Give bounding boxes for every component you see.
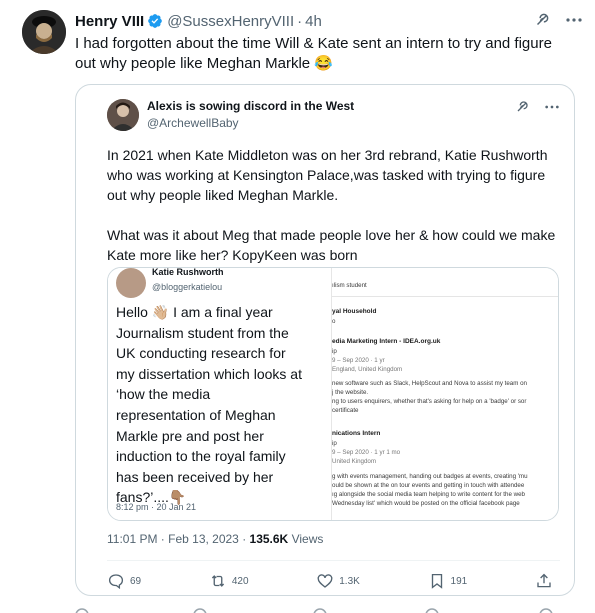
profile-line: ip — [332, 440, 337, 447]
author-handle[interactable]: @SussexHenryVIII — [167, 13, 294, 30]
next-tweet-actions-peek — [0, 605, 595, 613]
profile-line: edia Marketing Intern - IDEA.org.uk — [332, 338, 441, 345]
profile-line: England, United Kingdom — [332, 366, 403, 373]
profile-line: ng to users enquirers, whether that's as… — [332, 398, 527, 405]
verified-badge-icon — [147, 13, 163, 29]
bookmark-icon — [428, 572, 446, 590]
profile-line: ip — [332, 348, 337, 355]
views-count: 135.6K — [249, 532, 289, 546]
engagement-bar: 69 420 1.3K 191 — [107, 572, 553, 590]
profile-line: Wednesday list' which would be posted on… — [332, 500, 520, 507]
reply-count: 69 — [130, 575, 142, 587]
tweet-text: I had forgotten about the time Will & Ka… — [75, 35, 552, 72]
tweet[interactable]: Henry VIII @SussexHenryVIII · 4h I had f… — [0, 0, 595, 613]
bookmark-count: 191 — [450, 575, 468, 587]
reply-icon — [107, 572, 125, 590]
author-avatar[interactable] — [22, 10, 66, 54]
grok-icon[interactable] — [514, 99, 530, 115]
profile-line: ılism student — [332, 282, 367, 289]
media-author-handle: @bloggerkatielou — [152, 282, 223, 292]
quoted-media[interactable]: Katie Rushworth @bloggerkatielou Hello 👋… — [107, 267, 559, 521]
views-label: Views — [288, 532, 324, 546]
media-author-name: Katie Rushworth — [152, 267, 224, 277]
quoted-author-name[interactable]: Alexis is sowing discord in the West — [147, 99, 354, 113]
grok-icon[interactable] — [533, 11, 551, 29]
share-button[interactable] — [535, 572, 553, 590]
tweet-header: Henry VIII @SussexHenryVIII · 4h — [75, 11, 322, 31]
share-icon — [535, 572, 553, 590]
reply-button[interactable]: 69 — [107, 572, 141, 590]
author-name[interactable]: Henry VIII — [75, 13, 144, 30]
media-avatar — [116, 268, 146, 298]
profile-line: j the website. — [332, 389, 369, 396]
tweet-meta: 11:01 PM · Feb 13, 2023 · 135.6K Views — [107, 532, 323, 546]
divider — [107, 560, 560, 561]
profile-line: yal Household — [332, 308, 377, 315]
profile-line: g with events management, handing out ba… — [332, 473, 528, 480]
quoted-top-actions — [514, 99, 560, 115]
media-tweet-date: 8:12 pm · 20 Jan 21 — [116, 502, 197, 512]
tweet-time[interactable]: 4h — [305, 13, 322, 30]
quoted-author-handle[interactable]: @ArchewellBaby — [147, 116, 239, 130]
separator-dot: · — [297, 12, 303, 30]
profile-line: o — [332, 318, 336, 325]
like-button[interactable]: 1.3K — [316, 572, 360, 590]
like-count: 1.3K — [339, 575, 360, 587]
quoted-tweet[interactable]: Alexis is sowing discord in the West @Ar… — [75, 84, 575, 596]
profile-line: United Kingdom — [332, 458, 377, 465]
quoted-author-avatar[interactable] — [107, 99, 139, 131]
profile-divider — [332, 296, 558, 297]
tweet-timestamp[interactable]: 11:01 PM · Feb 13, 2023 · — [107, 532, 250, 546]
retweet-icon — [209, 572, 227, 590]
profile-line: 9 – Sep 2020 · 1 yr — [332, 357, 385, 364]
profile-line: nications Intern — [332, 430, 381, 437]
retweet-count: 420 — [231, 575, 249, 587]
retweet-button[interactable]: 420 — [209, 572, 249, 590]
bookmark-button[interactable]: 191 — [428, 572, 468, 590]
more-icon[interactable] — [565, 17, 583, 23]
media-tweet-screenshot: Katie Rushworth @bloggerkatielou Hello 👋… — [108, 268, 332, 520]
profile-line: ıg alongside the social media team helpi… — [332, 491, 525, 498]
more-icon[interactable] — [544, 104, 560, 110]
profile-line: 9 – Sep 2020 · 1 yr 1 mo — [332, 449, 401, 456]
media-tweet-body: Hello 👋🏼 I am a final year Journalism st… — [116, 304, 302, 506]
tweet-top-actions — [533, 11, 583, 29]
profile-line: new software such as Slack, HelpScout an… — [332, 380, 527, 387]
profile-line: ould be shown at the on tour events and … — [332, 482, 525, 489]
profile-line: certificate — [332, 407, 359, 414]
like-icon — [316, 572, 334, 590]
cut-off-icons — [75, 608, 553, 613]
media-linkedin-screenshot: ılism student yal Household o edia Marke… — [332, 268, 558, 520]
quoted-tweet-text: In 2021 when Kate Middleton was on her 3… — [107, 147, 556, 263]
